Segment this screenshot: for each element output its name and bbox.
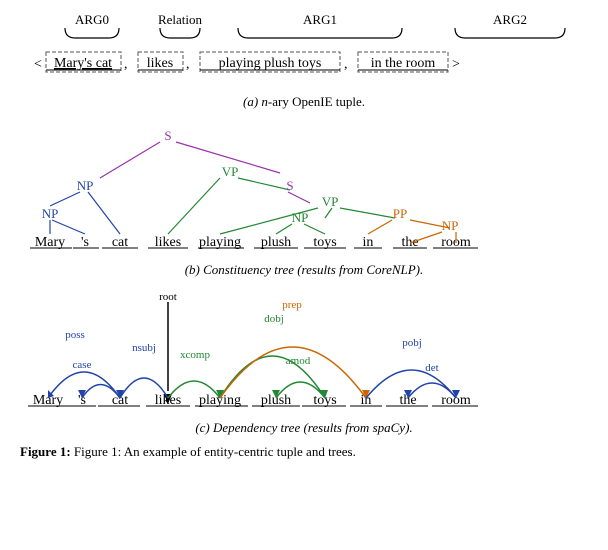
arg1-label: ARG1	[303, 12, 337, 27]
node-s: S	[164, 128, 171, 143]
dep-label-xcomp: xcomp	[180, 349, 210, 361]
edge-vp-s2	[238, 178, 290, 190]
section-a-caption: (a) n-ary OpenIE tuple.	[20, 94, 588, 110]
node-vp2: VP	[322, 194, 339, 209]
comma1: ,	[124, 57, 128, 72]
edge-np2-cat	[88, 192, 120, 234]
dependency-tree-svg: Mary 's cat likes playing plush toys in …	[20, 286, 590, 416]
node-np-mary: NP	[42, 206, 59, 221]
edge-np-s	[52, 220, 85, 234]
n-ary-text: n-ary OpenIE tuple.	[261, 94, 365, 109]
arg2-brace	[455, 28, 565, 38]
figure-caption: Figure 1: Figure 1: An example of entity…	[20, 444, 588, 460]
node-np3: NP	[292, 210, 309, 225]
arg2-text: in the room	[371, 56, 436, 71]
arg2-label: ARG2	[493, 12, 527, 27]
edge-pp-in	[368, 220, 392, 234]
node-np2: NP	[77, 178, 94, 193]
arg1-text: playing plush toys	[219, 56, 322, 71]
edge-vp-likes	[168, 178, 220, 234]
dep-label-dobj: dobj	[264, 313, 284, 325]
node-np4: NP	[442, 218, 459, 233]
arg1-brace	[238, 28, 402, 38]
figure-caption-text: Figure 1: An example of entity-centric t…	[74, 444, 356, 459]
edge-s-np	[100, 142, 160, 178]
dep-label-prep: prep	[282, 299, 302, 311]
section-c-caption: (c) Dependency tree (results from spaCy)…	[20, 420, 588, 436]
edge-s2-vp2	[288, 192, 310, 203]
node-vp: VP	[222, 164, 239, 179]
tuple-open: <	[34, 57, 42, 72]
relation-brace	[160, 28, 200, 38]
edge-vp2-pp	[340, 208, 395, 218]
dep-label-poss: poss	[65, 329, 85, 341]
edge-np3-plush	[276, 224, 292, 234]
arg0-text: Mary's cat	[54, 56, 112, 71]
dep-label-amod: amod	[286, 355, 311, 367]
dep-label-root: root	[159, 291, 177, 303]
comma2: ,	[186, 57, 190, 72]
tuple-close: >	[452, 57, 460, 72]
section-b-caption: (b) Constituency tree (results from Core…	[20, 262, 588, 278]
relation-text: likes	[147, 56, 173, 71]
node-s2: S	[286, 178, 293, 193]
dep-label-pobj: pobj	[402, 337, 422, 349]
constituency-tree-svg: Mary 's cat likes playing plush toys in …	[20, 118, 590, 258]
dep-label-nsubj: nsubj	[132, 342, 156, 354]
node-pp: PP	[393, 206, 407, 221]
dep-label-det: det	[425, 362, 438, 374]
section-a: ARG0 Relation ARG1 ARG2 < Mary's cat , l…	[20, 10, 588, 110]
figure-number: Figure 1:	[20, 444, 71, 459]
arg0-label: ARG0	[75, 12, 109, 27]
figure-container: ARG0 Relation ARG1 ARG2 < Mary's cat , l…	[0, 0, 608, 470]
edge-np3-toys	[304, 224, 325, 234]
arg0-brace	[65, 28, 119, 38]
edge-vp2-np3	[325, 208, 332, 218]
dep-label-case: case	[73, 359, 92, 371]
edge-np2-np	[50, 192, 80, 206]
comma3: ,	[344, 57, 348, 72]
relation-label: Relation	[158, 12, 203, 27]
tuple-svg: ARG0 Relation ARG1 ARG2 < Mary's cat , l…	[20, 10, 590, 85]
